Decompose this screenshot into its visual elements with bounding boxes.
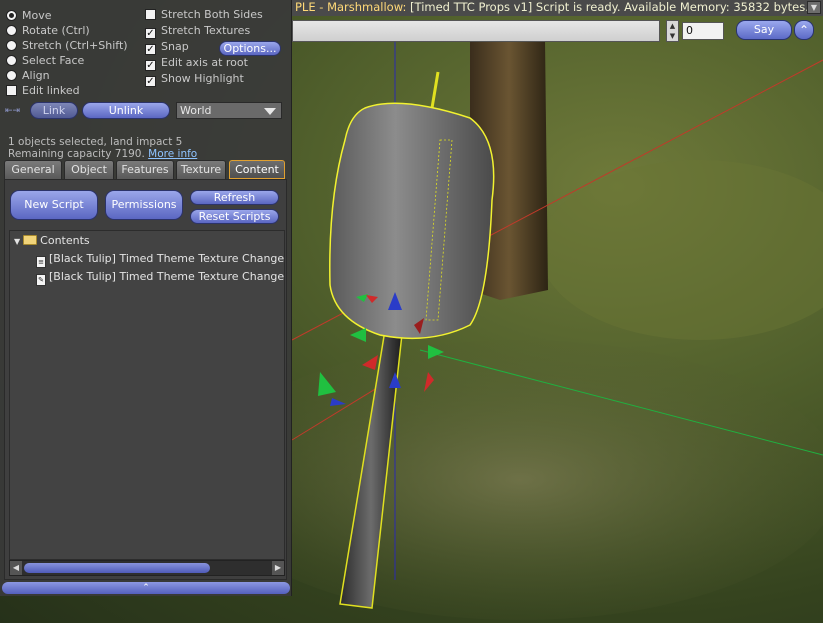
link-arrows-icon: ⇤⇥: [5, 106, 21, 116]
selection-antenna: [430, 71, 440, 109]
channel-spinner[interactable]: ▲ ▼: [666, 20, 679, 42]
scroll-right-icon[interactable]: ▶: [272, 561, 284, 575]
script-icon: ≡: [36, 256, 46, 268]
mode-move[interactable]: Move: [6, 9, 52, 23]
capacity-info: Remaining capacity 7190. More info: [8, 148, 198, 160]
stretch-both-sides-checkbox[interactable]: Stretch Both Sides: [145, 8, 263, 22]
checkmark-icon[interactable]: ✓: [145, 28, 156, 39]
checkbox-icon[interactable]: [145, 9, 156, 20]
new-script-button[interactable]: New Script: [10, 190, 98, 220]
list-item[interactable]: ≡ [Black Tulip] Timed Theme Texture Chang…: [36, 251, 284, 268]
mode-align[interactable]: Align: [6, 69, 50, 83]
expand-triangle-icon[interactable]: ▼: [14, 237, 20, 246]
build-floater: Move Rotate (Ctrl) Stretch (Ctrl+Shift) …: [0, 0, 292, 596]
script-icon: ✎: [36, 274, 46, 286]
more-info-link[interactable]: More info: [148, 148, 197, 160]
collapse-panel-button[interactable]: ⌃: [2, 582, 290, 594]
list-item[interactable]: ✎ [Black Tulip] Timed Theme Texture Chang…: [36, 269, 284, 286]
tab-texture[interactable]: Texture: [176, 160, 226, 179]
status-message: [Timed TTC Props v1] Script is ready. Av…: [410, 0, 809, 14]
channel-field[interactable]: 0: [682, 22, 724, 40]
radio-icon[interactable]: [6, 55, 17, 66]
folder-icon: [23, 235, 38, 245]
mode-rotate[interactable]: Rotate (Ctrl): [6, 24, 90, 38]
chevron-down-icon: [264, 108, 276, 115]
scroll-left-icon[interactable]: ◀: [10, 561, 22, 575]
checkmark-icon[interactable]: ✓: [145, 76, 156, 87]
edit-linked-checkbox[interactable]: Edit linked: [6, 84, 80, 98]
mode-select-face[interactable]: Select Face: [6, 54, 84, 68]
horizontal-scrollbar[interactable]: ◀ ▶: [9, 560, 285, 576]
ruler-mode-dropdown[interactable]: World: [176, 102, 282, 119]
tab-features[interactable]: Features: [116, 160, 174, 179]
checkmark-icon[interactable]: ✓: [145, 60, 156, 71]
snap-checkbox[interactable]: ✓ Snap: [145, 40, 189, 55]
reset-scripts-button[interactable]: Reset Scripts: [190, 209, 279, 224]
say-button[interactable]: Say: [736, 20, 792, 40]
down-arrow-icon[interactable]: ▼: [807, 1, 821, 14]
contents-tree: ▼ Contents ≡ [Black Tulip] Timed Theme Tex…: [9, 230, 285, 560]
radio-icon[interactable]: [6, 10, 17, 21]
selection-info: 1 objects selected, land impact 5: [8, 136, 183, 148]
link-button[interactable]: Link: [30, 102, 78, 119]
chat-status-bar: PLE - Marshmallow: [Timed TTC Props v1] …: [292, 0, 823, 16]
options-button[interactable]: Options...: [219, 41, 281, 56]
permissions-button[interactable]: Permissions: [105, 190, 183, 220]
mode-stretch[interactable]: Stretch (Ctrl+Shift): [6, 39, 128, 53]
ruler-mode-value: World: [180, 104, 212, 117]
tab-object[interactable]: Object: [64, 160, 114, 179]
chat-input[interactable]: [292, 20, 660, 42]
contents-folder[interactable]: ▼ Contents: [14, 233, 90, 249]
radio-icon[interactable]: [6, 40, 17, 51]
marshmallow-prop: [329, 102, 495, 340]
ground-blur: [200, 340, 823, 620]
chat-bar: ▲ ▼ 0 Say ⌃: [292, 18, 823, 44]
scrollbar-thumb[interactable]: [24, 563, 210, 573]
move-handle-green: [350, 328, 366, 342]
radio-icon[interactable]: [6, 70, 17, 81]
radio-icon[interactable]: [6, 25, 17, 36]
stretch-textures-checkbox[interactable]: ✓ Stretch Textures: [145, 24, 250, 39]
chevron-up-icon: ⌃: [142, 583, 150, 593]
up-arrow-icon[interactable]: ⌃: [794, 20, 814, 40]
tab-general[interactable]: General: [4, 160, 62, 179]
content-tab-pane: New Script Permissions Refresh Reset Scr…: [4, 179, 287, 580]
unlink-button[interactable]: Unlink: [82, 102, 170, 119]
show-highlight-checkbox[interactable]: ✓ Show Highlight: [145, 72, 244, 87]
tab-content[interactable]: Content: [229, 160, 285, 179]
edit-axis-at-root-checkbox[interactable]: ✓ Edit axis at root: [145, 56, 248, 71]
checkmark-icon[interactable]: ✓: [145, 44, 156, 55]
checkbox-icon[interactable]: [6, 85, 17, 96]
refresh-button[interactable]: Refresh: [190, 190, 279, 205]
status-object-name: PLE - Marshmallow:: [295, 0, 407, 14]
